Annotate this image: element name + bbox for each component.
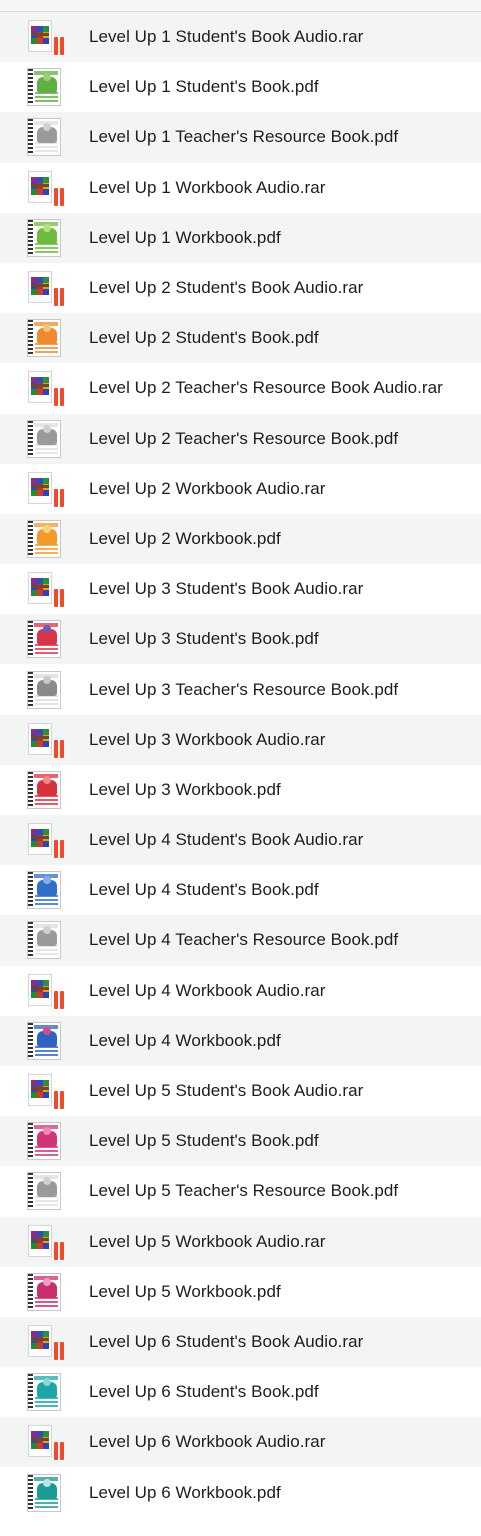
rar-archive-icon — [24, 469, 64, 509]
file-row[interactable]: Level Up 4 Student's Book Audio.rar — [0, 815, 481, 866]
file-row[interactable]: Level Up 2 Teacher's Resource Book.pdf — [0, 413, 481, 464]
file-row[interactable]: Level Up 1 Teacher's Resource Book.pdf — [0, 112, 481, 163]
file-name: Level Up 3 Student's Book Audio.rar — [89, 579, 364, 599]
rar-archive-icon — [24, 1071, 64, 1111]
file-name: Level Up 6 Workbook Audio.rar — [89, 1432, 326, 1452]
rar-archive-icon — [24, 720, 64, 760]
book-cover-icon — [24, 117, 64, 157]
file-row[interactable]: Level Up 5 Workbook.pdf — [0, 1267, 481, 1317]
file-name: Level Up 2 Workbook.pdf — [89, 528, 281, 548]
file-row[interactable]: Level Up 1 Workbook Audio.rar — [0, 163, 481, 213]
book-cover-icon — [24, 920, 64, 960]
file-name: Level Up 6 Student's Book.pdf — [89, 1382, 319, 1402]
file-row[interactable]: Level Up 3 Student's Book Audio.rar — [0, 564, 481, 614]
book-cover-icon — [24, 1121, 64, 1161]
file-list: Level Up 1 Student's Book Audio.rar Level… — [0, 12, 481, 1518]
file-name: Level Up 1 Student's Book.pdf — [89, 77, 319, 97]
rar-archive-icon — [24, 17, 64, 57]
file-row[interactable]: Level Up 6 Student's Book Audio.rar — [0, 1316, 481, 1368]
file-row[interactable]: Level Up 5 Workbook Audio.rar — [0, 1216, 481, 1267]
rar-archive-icon — [24, 569, 64, 609]
file-row[interactable]: Level Up 2 Teacher's Resource Book Audio… — [0, 363, 481, 413]
file-name: Level Up 6 Student's Book Audio.rar — [89, 1331, 364, 1351]
file-name: Level Up 4 Student's Book Audio.rar — [89, 830, 364, 850]
file-row[interactable]: Level Up 1 Student's Book Audio.rar — [0, 12, 481, 63]
rar-archive-icon — [24, 1422, 64, 1462]
file-name: Level Up 4 Teacher's Resource Book.pdf — [89, 930, 399, 950]
rar-archive-icon — [24, 971, 64, 1011]
file-row[interactable]: Level Up 4 Workbook Audio.rar — [0, 966, 481, 1016]
book-cover-icon — [24, 1171, 64, 1211]
file-name: Level Up 1 Workbook.pdf — [89, 227, 281, 247]
book-cover-icon — [24, 67, 64, 107]
file-row[interactable]: Level Up 2 Workbook.pdf — [0, 513, 481, 565]
book-cover-icon — [24, 619, 64, 659]
rar-archive-icon — [24, 1322, 64, 1362]
file-name: Level Up 4 Workbook.pdf — [89, 1030, 281, 1050]
book-cover-icon — [24, 218, 64, 258]
file-name: Level Up 5 Student's Book Audio.rar — [89, 1081, 364, 1101]
file-row[interactable]: Level Up 1 Student's Book.pdf — [0, 62, 481, 112]
book-cover-icon — [24, 419, 64, 459]
file-name: Level Up 2 Student's Book Audio.rar — [89, 278, 364, 298]
file-row[interactable]: Level Up 2 Student's Book Audio.rar — [0, 263, 481, 313]
file-row[interactable]: Level Up 3 Teacher's Resource Book.pdf — [0, 664, 481, 714]
book-cover-icon — [24, 1473, 64, 1513]
file-row[interactable]: Level Up 2 Workbook Audio.rar — [0, 464, 481, 514]
book-cover-icon — [24, 1272, 64, 1312]
rar-archive-icon — [24, 268, 64, 308]
file-row[interactable]: Level Up 6 Workbook.pdf — [0, 1467, 481, 1517]
file-name: Level Up 6 Workbook.pdf — [89, 1482, 281, 1502]
file-row[interactable]: Level Up 4 Workbook.pdf — [0, 1015, 481, 1066]
file-name: Level Up 1 Workbook Audio.rar — [89, 177, 326, 197]
file-name: Level Up 3 Workbook.pdf — [89, 779, 281, 799]
file-name: Level Up 5 Workbook.pdf — [89, 1281, 281, 1301]
file-name: Level Up 2 Teacher's Resource Book.pdf — [89, 428, 399, 448]
file-row[interactable]: Level Up 5 Teacher's Resource Book.pdf — [0, 1166, 481, 1216]
file-row[interactable]: Level Up 3 Student's Book.pdf — [0, 614, 481, 665]
list-header-edge — [0, 0, 481, 12]
file-row[interactable]: Level Up 4 Student's Book.pdf — [0, 865, 481, 915]
book-cover-icon — [24, 670, 64, 710]
file-name: Level Up 3 Student's Book.pdf — [89, 629, 319, 649]
file-name: Level Up 5 Student's Book.pdf — [89, 1131, 319, 1151]
file-name: Level Up 1 Student's Book Audio.rar — [89, 27, 364, 47]
rar-archive-icon — [24, 1222, 64, 1262]
file-name: Level Up 1 Teacher's Resource Book.pdf — [89, 127, 399, 147]
book-cover-icon — [24, 1021, 64, 1061]
book-cover-icon — [24, 870, 64, 910]
file-name: Level Up 2 Teacher's Resource Book Audio… — [89, 378, 443, 398]
file-row[interactable]: Level Up 4 Teacher's Resource Book.pdf — [0, 915, 481, 966]
file-name: Level Up 4 Workbook Audio.rar — [89, 980, 326, 1000]
file-row[interactable]: Level Up 5 Student's Book Audio.rar — [0, 1066, 481, 1116]
file-name: Level Up 5 Teacher's Resource Book.pdf — [89, 1181, 399, 1201]
rar-archive-icon — [24, 820, 64, 860]
file-name: Level Up 4 Student's Book.pdf — [89, 880, 319, 900]
book-cover-icon — [24, 318, 64, 358]
book-cover-icon — [24, 519, 64, 559]
book-cover-icon — [24, 1372, 64, 1412]
file-row[interactable]: Level Up 1 Workbook.pdf — [0, 212, 481, 263]
file-name: Level Up 3 Workbook Audio.rar — [89, 729, 326, 749]
rar-archive-icon — [24, 168, 64, 208]
file-row[interactable]: Level Up 6 Student's Book.pdf — [0, 1367, 481, 1417]
file-row[interactable]: Level Up 3 Workbook.pdf — [0, 765, 481, 815]
file-row[interactable]: Level Up 5 Student's Book.pdf — [0, 1116, 481, 1167]
file-name: Level Up 3 Teacher's Resource Book.pdf — [89, 679, 399, 699]
rar-archive-icon — [24, 368, 64, 408]
file-row[interactable]: Level Up 2 Student's Book.pdf — [0, 313, 481, 364]
file-row[interactable]: Level Up 6 Workbook Audio.rar — [0, 1417, 481, 1468]
book-cover-icon — [24, 770, 64, 810]
file-row[interactable]: Level Up 3 Workbook Audio.rar — [0, 714, 481, 765]
file-name: Level Up 2 Workbook Audio.rar — [89, 478, 326, 498]
file-name: Level Up 5 Workbook Audio.rar — [89, 1231, 326, 1251]
file-name: Level Up 2 Student's Book.pdf — [89, 328, 319, 348]
